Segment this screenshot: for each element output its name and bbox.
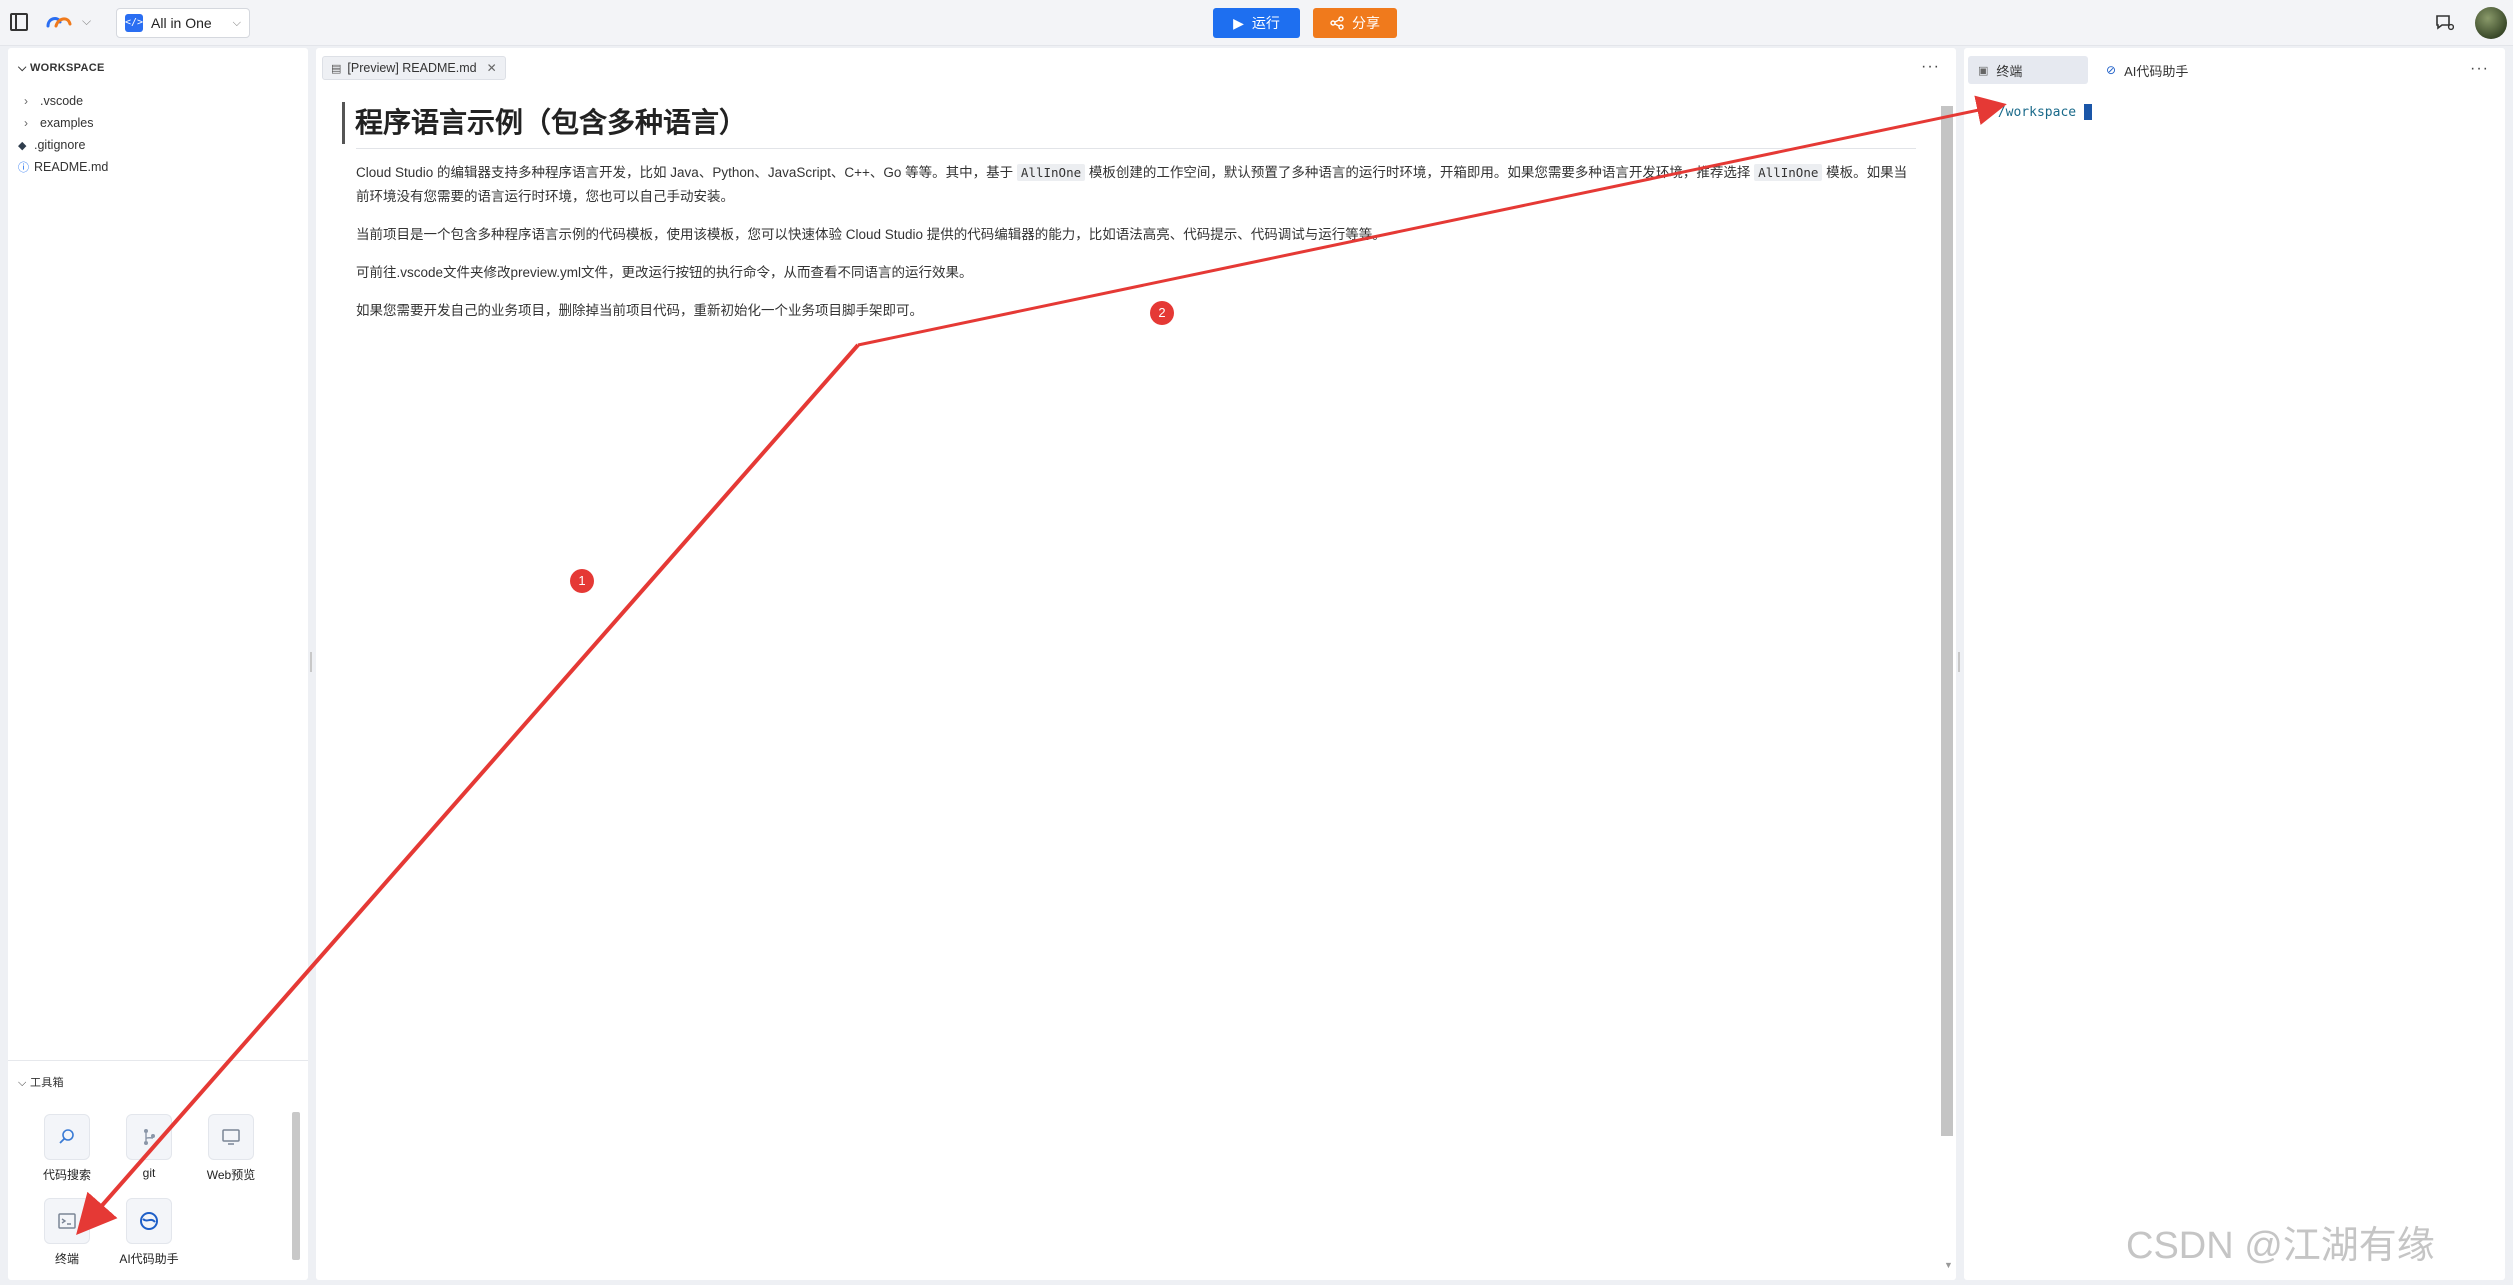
git-icon	[126, 1114, 172, 1160]
tree-item-label: examples	[40, 116, 94, 130]
divider	[8, 1060, 308, 1061]
workspace-select[interactable]: </> All in One ⌵	[116, 8, 250, 38]
tool-terminal[interactable]: 终端	[32, 1198, 102, 1267]
tab-readme-preview[interactable]: ▤ [Preview] README.md ✕	[322, 56, 506, 80]
run-button[interactable]: ▶ 运行	[1213, 8, 1300, 38]
explorer-sidebar: ⌵ WORKSPACE › .vscode › examples ◆ .giti…	[8, 48, 308, 1280]
cloud-studio-logo-icon[interactable]	[44, 12, 74, 32]
ai-assistant-icon	[126, 1198, 172, 1244]
share-button[interactable]: 分享	[1313, 8, 1397, 38]
text: 模板创建的工作空间，默认预置了多种语言的运行时环境，开箱即用。如果您需要多种语言…	[1088, 165, 1751, 180]
watermark: CSDN @江湖有缘	[2126, 1225, 2435, 1267]
feedback-icon[interactable]	[2434, 13, 2454, 31]
prompt-arrow-icon: ➜	[1982, 104, 1990, 120]
run-label: 运行	[1251, 15, 1280, 31]
workspace-section-title: WORKSPACE	[30, 62, 105, 74]
workspace-name: All in One	[151, 15, 212, 31]
share-icon	[1330, 16, 1344, 30]
terminal-prompt[interactable]: ➜ /workspace	[1982, 104, 2093, 120]
tool-ai-assistant[interactable]: AI代码助手	[114, 1198, 184, 1267]
search-icon	[44, 1114, 90, 1160]
paragraph-2: 当前项目是一个包含多种程序语言示例的代码模板，使用该模板，您可以快速体验 Clo…	[356, 227, 1386, 242]
terminal-cursor	[2084, 104, 2093, 120]
inline-code: AllInOne	[1754, 164, 1823, 181]
editor-scrollbar[interactable]	[1941, 106, 1953, 1136]
tool-code-search[interactable]: 代码搜索	[32, 1114, 102, 1183]
file-tree: › .vscode › examples ◆ .gitignore ⓘ READ…	[18, 90, 298, 178]
annotation-badge-1: 1	[570, 569, 594, 593]
tool-label: 终端	[54, 1252, 79, 1266]
sidebar-toggle-icon[interactable]	[10, 13, 28, 31]
toolbox-section-header[interactable]: ⌵ 工具箱	[18, 1074, 64, 1090]
close-icon[interactable]: ✕	[487, 61, 497, 75]
terminal-cwd: /workspace	[1997, 104, 2077, 120]
tree-item-gitignore[interactable]: ◆ .gitignore	[18, 134, 298, 156]
tree-item-readme[interactable]: ⓘ README.md	[18, 156, 298, 178]
preview-icon: ▤	[331, 62, 342, 75]
terminal-icon	[44, 1198, 90, 1244]
tool-git[interactable]: git	[114, 1114, 184, 1180]
chevron-right-icon: ›	[24, 116, 28, 130]
divider	[356, 148, 1916, 149]
tree-item-label: .vscode	[40, 94, 84, 108]
editor-panel: ▤ [Preview] README.md ✕ ··· 程序语言示例（包含多种语…	[316, 48, 1956, 1280]
text: Cloud Studio 的编辑器支持多种程序语言开发，比如 Java、Pyth…	[356, 165, 1014, 180]
tab-label: AI代码助手	[2124, 63, 2189, 79]
chevron-down-icon: ⌵	[18, 62, 30, 74]
avatar[interactable]	[2475, 7, 2507, 39]
tab-ai-assistant[interactable]: ⊘ AI代码助手	[2096, 56, 2198, 84]
toolbox-title: 工具箱	[30, 1077, 64, 1089]
tool-label: git	[142, 1166, 156, 1180]
chevron-right-icon: ›	[24, 94, 28, 108]
monitor-icon	[208, 1114, 254, 1160]
tree-item-label: README.md	[34, 160, 109, 174]
markdown-preview: 程序语言示例（包含多种语言） Cloud Studio 的编辑器支持多种程序语言…	[342, 102, 1916, 323]
share-label: 分享	[1352, 15, 1380, 31]
ai-assistant-icon: ⊘	[2106, 63, 2117, 77]
tab-label: [Preview] README.md	[347, 61, 477, 75]
tab-label: 终端	[1996, 63, 2023, 79]
annotation-badge-2: 2	[1150, 301, 1174, 325]
more-icon[interactable]: ···	[2470, 60, 2489, 78]
tree-item-examples[interactable]: › examples	[18, 112, 298, 134]
more-icon[interactable]: ···	[1921, 58, 1940, 76]
inline-code: AllInOne	[1016, 164, 1086, 181]
tree-item-label: .gitignore	[34, 138, 86, 152]
page-title: 程序语言示例（包含多种语言）	[342, 102, 1916, 144]
chevron-down-icon[interactable]: ⌵	[82, 14, 91, 29]
tab-terminal[interactable]: ▣ 终端	[1968, 56, 2088, 84]
chevron-down-icon: ⌵	[232, 16, 241, 29]
editor-resize-handle[interactable]	[1958, 652, 1960, 672]
play-icon: ▶	[1233, 14, 1244, 31]
git-file-icon: ◆	[18, 139, 27, 152]
paragraph-3: 可前往.vscode文件夹修改preview.yml文件，更改运行按钮的执行命令…	[356, 265, 973, 280]
terminal-panel: ▣ 终端 ⊘ AI代码助手 ··· ➜ /workspace	[1964, 48, 2505, 1280]
chevron-down-icon[interactable]: ▼	[1944, 1260, 1953, 1270]
code-icon: </>	[125, 14, 143, 32]
top-bar: ⌵ </> All in One ⌵ ▶ 运行 分享	[0, 0, 2513, 46]
tree-item-vscode[interactable]: › .vscode	[18, 90, 298, 112]
sidebar-resize-handle[interactable]	[310, 652, 312, 672]
tool-label: 代码搜索	[42, 1168, 91, 1182]
info-icon: ⓘ	[18, 162, 29, 174]
tool-label: AI代码助手	[119, 1252, 179, 1266]
chevron-down-icon: ⌵	[18, 1077, 30, 1089]
tool-web-preview[interactable]: Web预览	[196, 1114, 266, 1183]
paragraph-1: Cloud Studio 的编辑器支持多种程序语言开发，比如 Java、Pyth…	[356, 161, 1916, 209]
terminal-icon: ▣	[1978, 64, 1989, 77]
workspace-section-header[interactable]: ⌵ WORKSPACE	[18, 62, 105, 75]
paragraph-4: 如果您需要开发自己的业务项目，删除掉当前项目代码，重新初始化一个业务项目脚手架即…	[356, 303, 923, 318]
tool-label: Web预览	[206, 1168, 256, 1182]
toolbox-scrollbar[interactable]	[292, 1112, 300, 1260]
